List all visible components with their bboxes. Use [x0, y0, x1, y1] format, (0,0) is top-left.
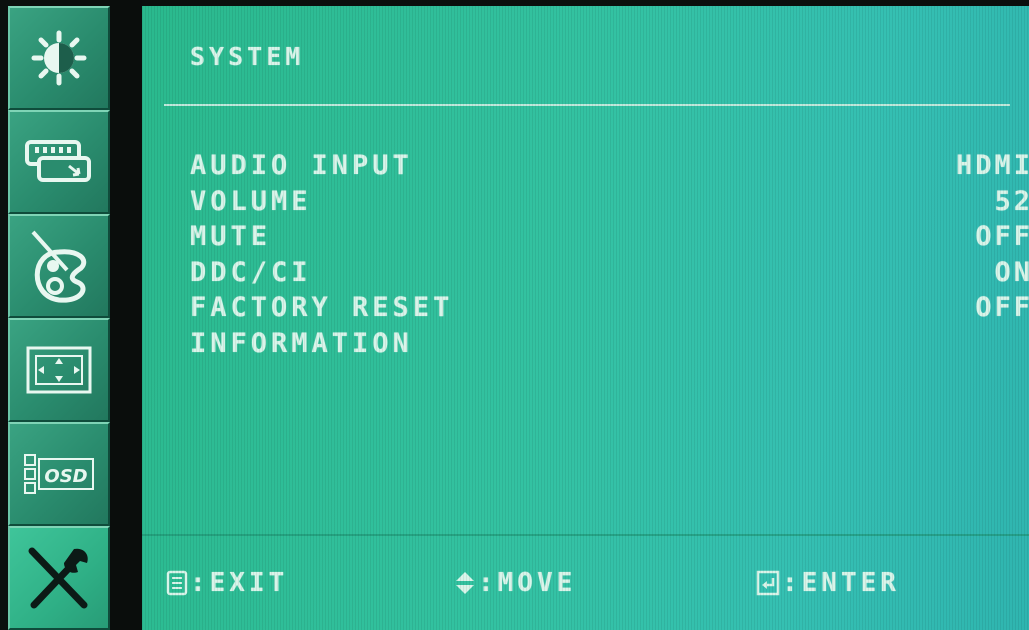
hint-move-label: :MOVE: [478, 568, 577, 598]
hint-enter-label: :ENTER: [782, 568, 900, 598]
tab-osd[interactable]: OSD: [8, 422, 110, 526]
menu-item-label: MUTE: [190, 221, 272, 252]
tab-color[interactable]: [8, 214, 110, 318]
menu-item-value: OFF: [975, 221, 1029, 252]
tab-position[interactable]: [8, 318, 110, 422]
osd-settings-icon: OSD: [24, 454, 94, 494]
menu-item-label: DDC/CI: [190, 256, 312, 288]
menu-item-audio-input[interactable]: AUDIO INPUT HDMI: [190, 150, 1029, 186]
menu-item-ddc-ci[interactable]: DDC/CI ON: [190, 256, 1029, 293]
tab-input[interactable]: [8, 110, 110, 214]
menu-item-information[interactable]: INFORMATION: [190, 328, 1025, 364]
menu-item-factory-reset[interactable]: FACTORY RESET OFF: [190, 292, 1029, 328]
osd-tab-label: OSD: [44, 466, 87, 487]
menu-item-label: AUDIO INPUT: [190, 150, 413, 181]
image-position-icon: [26, 346, 92, 394]
menu-item-mute[interactable]: MUTE OFF: [190, 221, 1029, 257]
tab-system[interactable]: [8, 526, 110, 630]
tab-brightness[interactable]: [8, 6, 110, 110]
menu-icon: [166, 570, 188, 596]
menu-list: AUDIO INPUT HDMI VOLUME 52 MUTE OFF DDC/…: [190, 150, 1029, 364]
osd-panel: SYSTEM AUDIO INPUT HDMI VOLUME 52 MUTE O…: [142, 6, 1029, 630]
menu-item-value: ON: [994, 256, 1029, 288]
title-divider: [164, 104, 1010, 106]
footer-divider: [142, 534, 1029, 536]
osd-sidebar: OSD: [8, 6, 110, 630]
sidebar-gutter: [110, 0, 142, 630]
menu-item-volume[interactable]: VOLUME 52: [190, 185, 1029, 222]
menu-item-value: HDMI: [955, 150, 1029, 181]
up-down-arrows-icon: [456, 572, 474, 594]
menu-item-label: INFORMATION: [190, 327, 413, 359]
menu-item-label: VOLUME: [190, 185, 312, 217]
hint-exit: :EXIT: [166, 568, 288, 598]
page-title: SYSTEM: [190, 42, 305, 71]
hint-enter: :ENTER: [756, 568, 900, 598]
enter-icon: [756, 570, 780, 596]
brightness-contrast-icon: [31, 30, 87, 86]
hint-move: :MOVE: [454, 568, 576, 598]
color-palette-icon: [31, 230, 87, 303]
menu-item-value: 52: [994, 185, 1029, 217]
menu-item-label: FACTORY RESET: [190, 292, 454, 323]
hint-exit-label: :EXIT: [190, 568, 289, 598]
input-source-icon: [25, 140, 91, 182]
menu-item-value: OFF: [975, 292, 1029, 323]
tools-icon: [28, 547, 88, 609]
